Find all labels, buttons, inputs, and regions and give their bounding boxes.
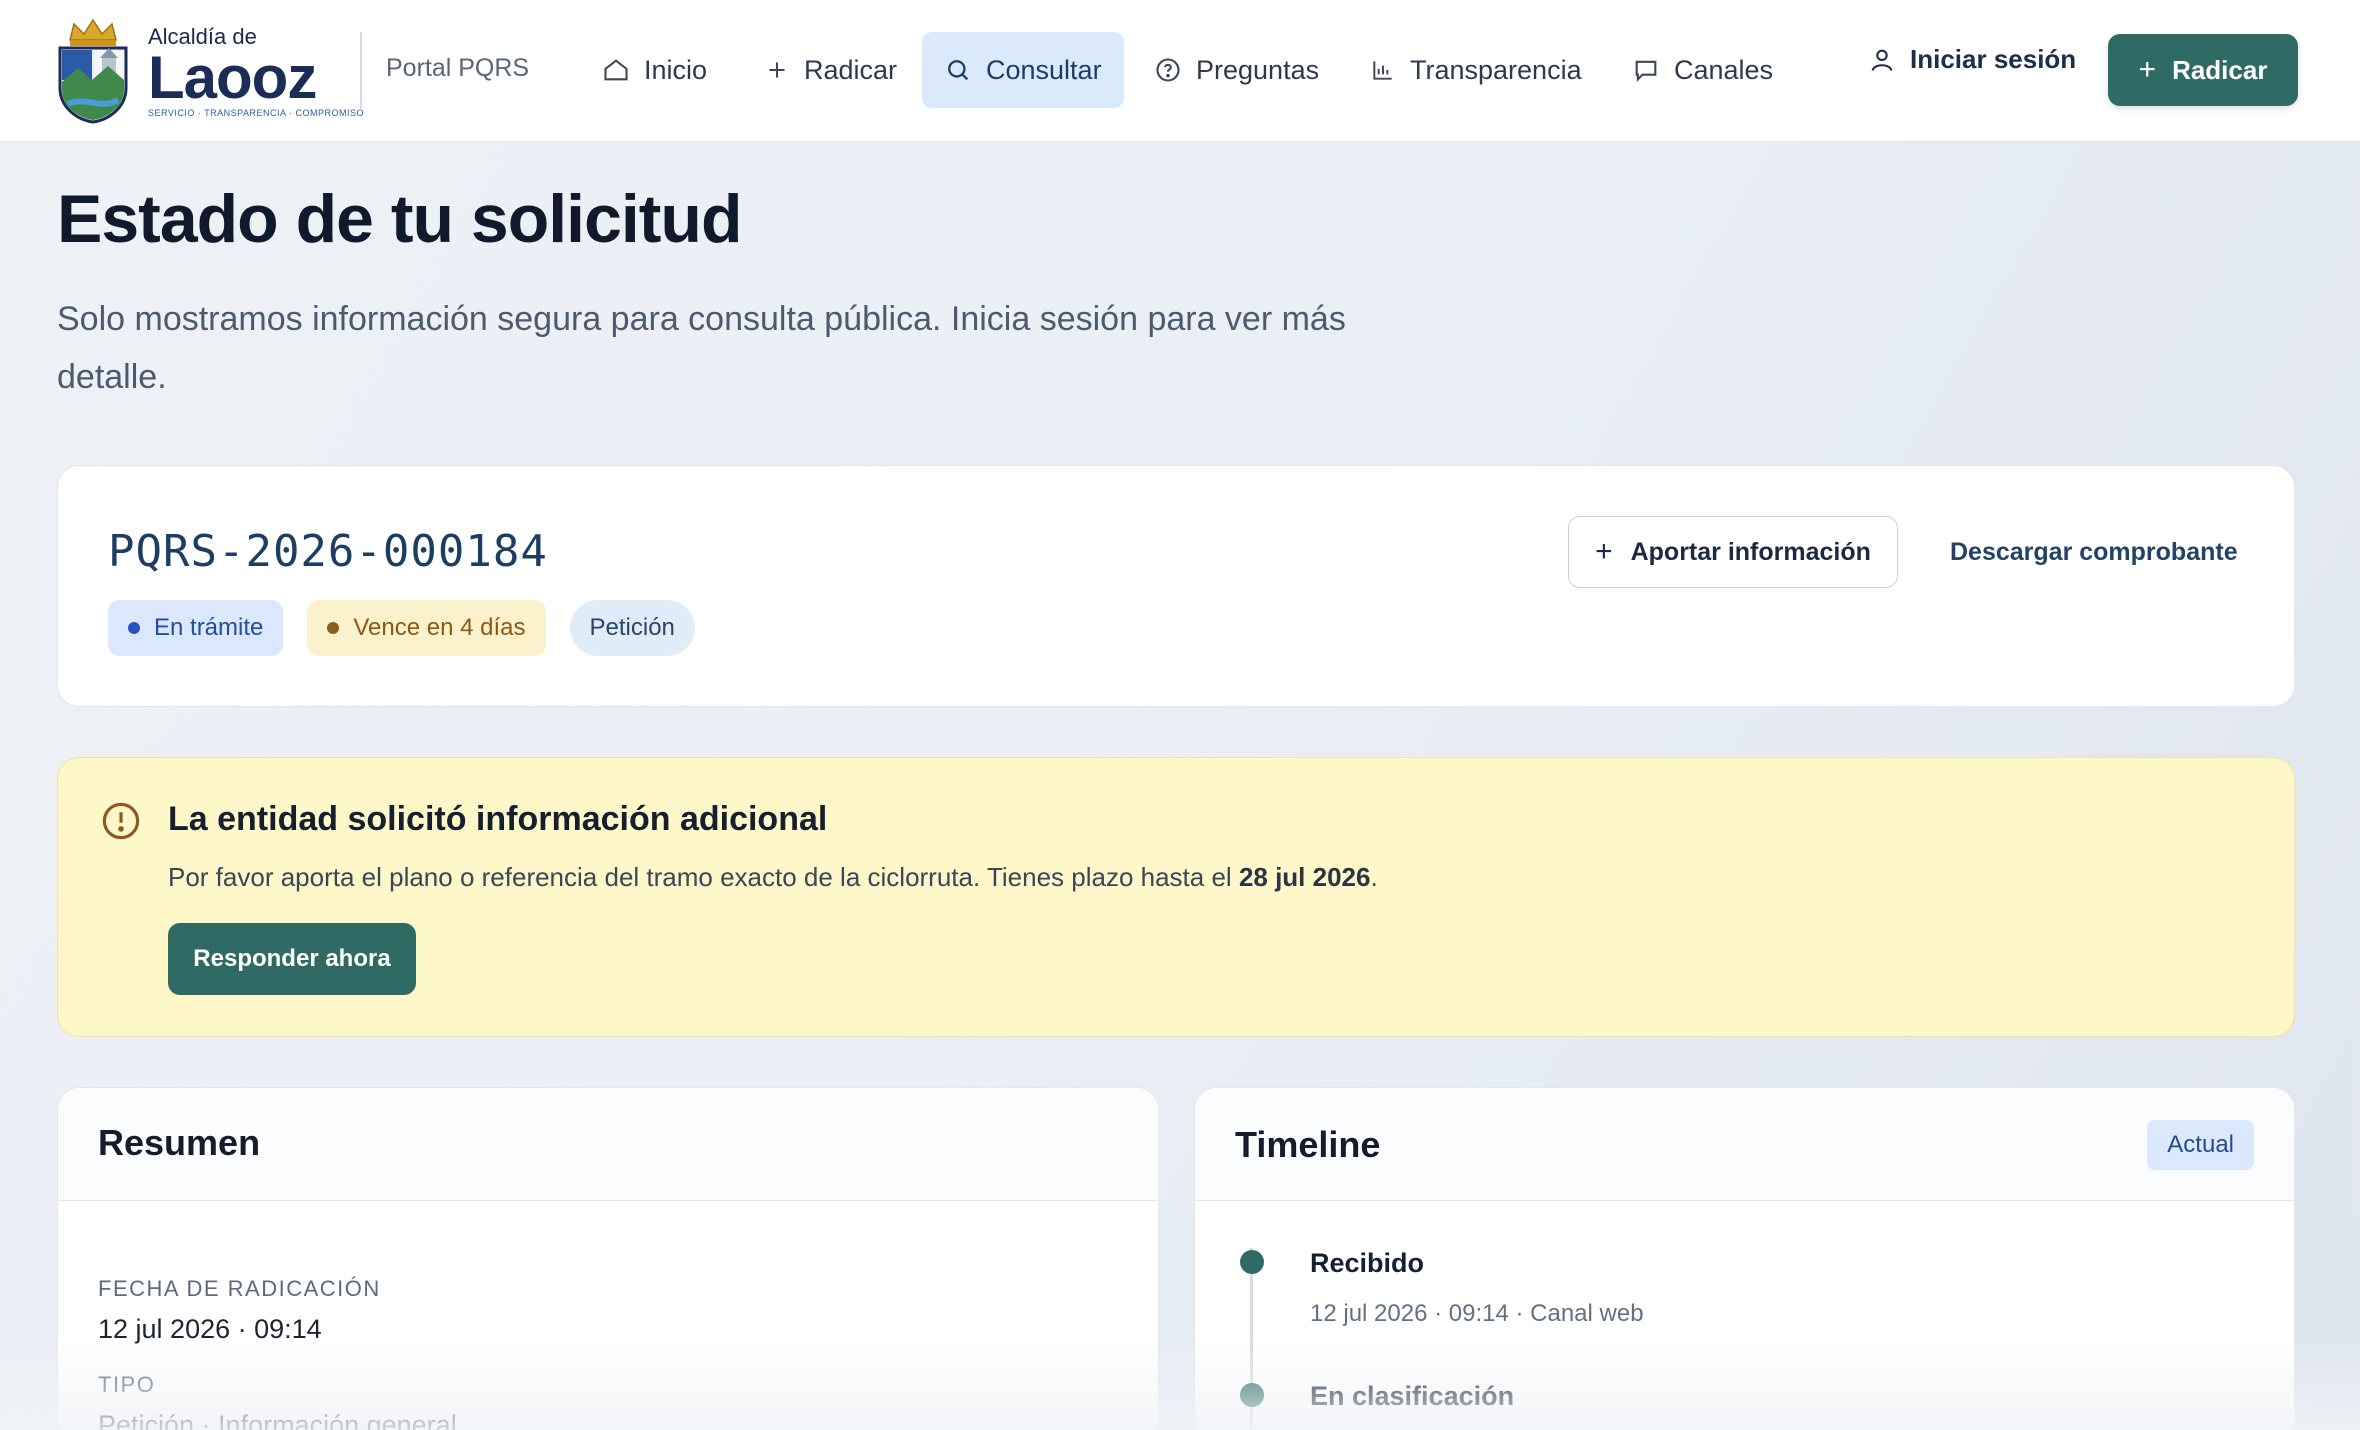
respond-now-button[interactable]: Responder ahora <box>168 923 416 995</box>
nav-inicio[interactable]: Inicio <box>580 32 729 108</box>
alert-title: La entidad solicitó información adiciona… <box>168 800 828 838</box>
timeline-dot-icon <box>1240 1383 1264 1407</box>
nav-radicar[interactable]: Radicar <box>742 32 919 108</box>
top-navbar: Alcaldía de Laooz SERVICIO · TRANSPARENC… <box>0 0 2360 142</box>
aportar-info-button[interactable]: + Aportar información <box>1568 516 1898 588</box>
page-title: Estado de tu solicitud <box>57 181 742 257</box>
brand-tagline: SERVICIO · TRANSPARENCIA · COMPROMISO <box>148 108 365 118</box>
summary-card: Resumen FECHA DE RADICACIÓN 12 jul 2026 … <box>57 1087 1159 1430</box>
timeline-card: Timeline Actual Recibido 12 jul 2026 · 0… <box>1194 1087 2295 1430</box>
portal-name: Portal PQRS <box>386 54 530 82</box>
timeline-title: Timeline <box>1235 1124 1381 1165</box>
nav-canales-label: Canales <box>1674 54 1774 85</box>
chat-icon <box>1635 60 1657 82</box>
help-circle-icon <box>1156 58 1180 82</box>
search-icon <box>948 60 969 81</box>
alert-text-end: . <box>1370 862 1378 892</box>
nav-radicar-label: Radicar <box>804 54 898 85</box>
plus-icon: + <box>2138 53 2157 86</box>
radicar-button-label: Radicar <box>2172 54 2268 85</box>
due-badge: Vence en 4 días <box>307 600 546 656</box>
field-value: 12 jul 2026 · 09:14 <box>98 1314 322 1344</box>
info-request-alert: La entidad solicitó información adiciona… <box>57 757 2295 1037</box>
alert-text-body: Por favor aporta el plano o referencia d… <box>168 862 1239 892</box>
status-badge-label: En trámite <box>154 614 264 641</box>
login-link[interactable]: Iniciar sesión <box>1868 44 2076 75</box>
page-subtitle: Solo mostramos información segura para c… <box>57 300 1346 396</box>
case-code: PQRS-2026-000184 <box>108 526 548 577</box>
timeline-event-title: En clasificación <box>1310 1381 1515 1411</box>
type-badge: Petición <box>569 600 695 656</box>
due-dot-icon <box>327 622 340 634</box>
alert-deadline: 28 jul 2026 <box>1238 862 1371 892</box>
crest-icon <box>56 18 130 124</box>
nav-transparencia-label: Transparencia <box>1410 54 1582 85</box>
field-label: FECHA DE RADICACIÓN <box>98 1276 381 1301</box>
user-icon <box>1871 49 1893 71</box>
nav-canales[interactable]: Canales <box>1610 32 1795 108</box>
brand-logo[interactable]: Alcaldía de Laooz SERVICIO · TRANSPARENC… <box>56 18 364 124</box>
status-badge: En trámite <box>108 600 284 656</box>
field-value: Petición · Información general <box>98 1410 457 1430</box>
due-badge-label: Vence en 4 días <box>353 614 526 641</box>
field-label: TIPO <box>98 1372 156 1397</box>
home-icon <box>604 59 628 81</box>
type-badge-label: Petición <box>589 614 675 641</box>
nav-transparencia[interactable]: Transparencia <box>1348 32 1604 108</box>
current-badge: Actual <box>2147 1120 2254 1170</box>
case-card: PQRS-2026-000184 En trámite Vence en 4 d… <box>57 465 2295 707</box>
timeline-event-title: Recibido <box>1310 1248 1425 1278</box>
timeline-card-header: Timeline Actual <box>1195 1088 2294 1201</box>
nav-inicio-label: Inicio <box>644 54 708 85</box>
radicar-button[interactable]: + Radicar <box>2108 34 2298 106</box>
plus-icon <box>769 62 785 78</box>
brand-name: Laooz <box>148 44 317 111</box>
alert-circle-icon <box>102 802 140 840</box>
nav-preguntas[interactable]: Preguntas <box>1132 32 1341 108</box>
bar-chart-icon <box>1373 61 1392 80</box>
brand-divider <box>360 32 362 110</box>
login-label: Iniciar sesión <box>1910 44 2077 74</box>
brand-text: Alcaldía de Laooz SERVICIO · TRANSPARENC… <box>148 24 364 118</box>
plus-icon: + <box>1595 535 1613 568</box>
case-badges: En trámite Vence en 4 días Petición <box>108 600 719 656</box>
alert-text: Por favor aporta el plano o referencia d… <box>168 862 1378 893</box>
summary-title: Resumen <box>98 1122 261 1163</box>
nav-consultar[interactable]: Consultar <box>922 32 1124 108</box>
timeline-dot-icon <box>1240 1250 1264 1274</box>
nav-consultar-label: Consultar <box>986 54 1102 85</box>
aportar-info-label: Aportar información <box>1630 537 1871 566</box>
summary-card-header: Resumen <box>58 1088 1158 1201</box>
status-dot-icon <box>128 622 140 634</box>
download-receipt-link[interactable]: Descargar comprobante <box>1950 538 2238 567</box>
nav-preguntas-label: Preguntas <box>1196 54 1320 85</box>
timeline-event-meta: 12 jul 2026 · 09:14 · Canal web <box>1310 1300 1644 1327</box>
